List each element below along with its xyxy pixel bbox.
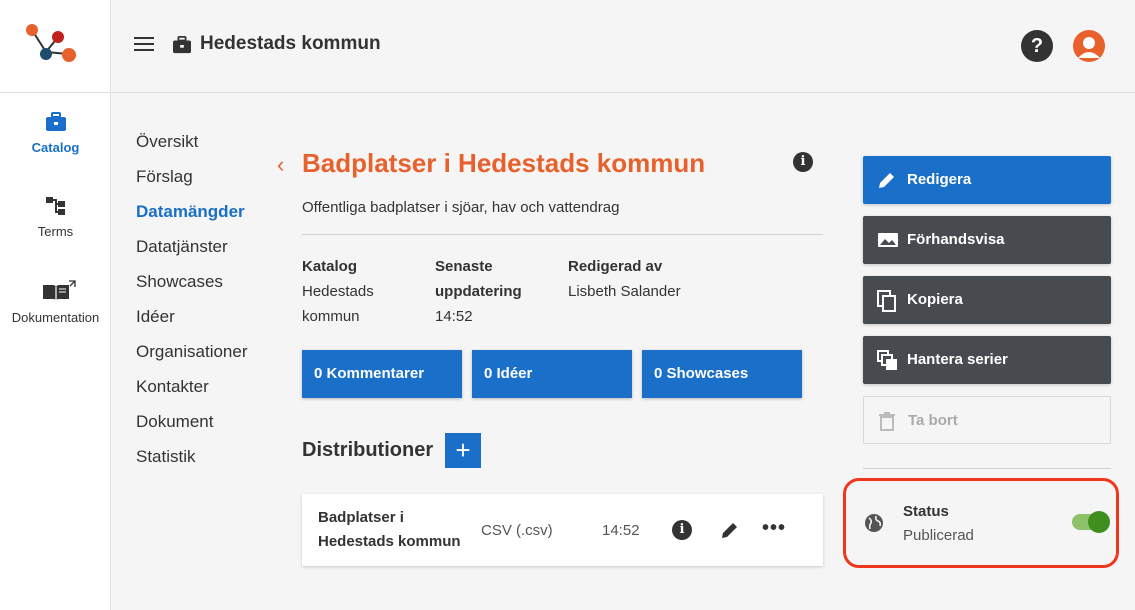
left-rail: Catalog Terms Dokumentation (0, 0, 111, 610)
publish-toggle[interactable] (1072, 511, 1110, 533)
distribution-row[interactable]: Badplatser i Hedestads kommun CSV (.csv)… (302, 494, 823, 566)
menu-icon[interactable] (134, 37, 154, 53)
toggle-knob (1088, 511, 1110, 533)
ideas-button[interactable]: 0 Idéer (472, 350, 632, 398)
meta-value: Hedestads (302, 283, 374, 300)
user-avatar[interactable] (1073, 30, 1105, 62)
help-icon[interactable]: ? (1021, 30, 1053, 62)
page-title: Badplatser i Hedestads kommun (302, 148, 706, 178)
rail-item-label: Catalog (31, 140, 80, 155)
subnav-item-ideer[interactable]: Idéer (136, 305, 248, 340)
trash-icon (879, 412, 895, 431)
edit-button[interactable]: Redigera (863, 156, 1111, 204)
preview-button[interactable]: Förhandsvisa (863, 216, 1111, 264)
more-icon[interactable]: ••• (762, 517, 786, 540)
pencil-icon (879, 173, 894, 188)
book-icon (42, 280, 76, 300)
briefcase-icon (45, 112, 66, 131)
logo-icon (26, 24, 76, 62)
meta-label: Senaste (435, 258, 493, 275)
image-icon (878, 233, 898, 247)
copy-icon (877, 290, 896, 312)
meta-label: Redigerad av (568, 258, 663, 275)
subnav-item-organisationer[interactable]: Organisationer (136, 340, 248, 375)
comments-button[interactable]: 0 Kommentarer (302, 350, 462, 398)
status-value: Publicerad (903, 527, 974, 544)
meta-label: uppdatering (435, 283, 522, 300)
distributions-heading: Distributioner (302, 439, 434, 461)
rail-item-catalog[interactable]: Catalog (0, 112, 111, 155)
manage-series-label: Hantera serier (907, 351, 1008, 368)
subnav-item-showcases[interactable]: Showcases (136, 270, 248, 305)
top-header: Hedestads kommun ? (112, 0, 1135, 93)
meta-edited-by: Redigerad av Lisbeth Salander (568, 254, 681, 304)
meta-value: Lisbeth Salander (568, 283, 681, 300)
copy-button[interactable]: Kopiera (863, 276, 1111, 324)
meta-catalog: Katalog Hedestads kommun (302, 254, 374, 329)
meta-value: 14:52 (435, 308, 473, 325)
hierarchy-icon (45, 197, 65, 215)
distribution-time: 14:52 (602, 522, 640, 539)
subnav-item-statistik[interactable]: Statistik (136, 445, 248, 480)
showcases-button[interactable]: 0 Showcases (642, 350, 802, 398)
distribution-name-line: Badplatser i (318, 509, 404, 526)
rail-item-dokumentation[interactable]: Dokumentation (0, 280, 111, 325)
series-icon (877, 350, 897, 370)
meta-label: Katalog (302, 258, 358, 275)
delete-label: Ta bort (908, 412, 958, 429)
user-icon (1078, 37, 1100, 58)
subnav-item-oversikt[interactable]: Översikt (136, 130, 248, 165)
globe-icon (865, 514, 883, 532)
dataset-description: Offentliga badplatser i sjöar, hav och v… (302, 199, 620, 216)
back-chevron-icon[interactable]: ‹ (277, 152, 284, 178)
preview-label: Förhandsvisa (907, 231, 1005, 248)
copy-label: Kopiera (907, 291, 963, 308)
rail-item-label: Terms (37, 224, 74, 239)
divider (863, 468, 1111, 469)
pencil-icon[interactable] (720, 520, 740, 540)
rail-item-terms[interactable]: Terms (0, 196, 111, 239)
subnav-item-kontakter[interactable]: Kontakter (136, 375, 248, 410)
rail-item-label: Dokumentation (11, 310, 100, 325)
distribution-format: CSV (.csv) (481, 522, 553, 539)
status-label: Status (903, 503, 949, 520)
delete-button[interactable]: Ta bort (863, 396, 1111, 444)
app-logo[interactable] (0, 0, 110, 93)
meta-value: kommun (302, 308, 360, 325)
add-distribution-button[interactable]: + (445, 433, 481, 468)
meta-updated: Senaste uppdatering 14:52 (435, 254, 522, 329)
organization-title: Hedestads kommun (200, 33, 381, 54)
subnav-item-dokument[interactable]: Dokument (136, 410, 248, 445)
info-icon[interactable]: i (672, 520, 692, 540)
subnav-item-datamangder[interactable]: Datamängder (136, 200, 248, 235)
subnav-item-datatjanster[interactable]: Datatjänster (136, 235, 248, 270)
distribution-name: Badplatser i Hedestads kommun (318, 506, 468, 554)
edit-label: Redigera (907, 171, 972, 188)
divider (302, 234, 823, 235)
distribution-name-line: Hedestads kommun (318, 533, 461, 550)
briefcase-icon (173, 36, 191, 54)
manage-series-button[interactable]: Hantera serier (863, 336, 1111, 384)
info-icon[interactable]: i (793, 152, 813, 172)
section-nav: Översikt Förslag Datamängder Datatjänste… (136, 130, 248, 480)
subnav-item-forslag[interactable]: Förslag (136, 165, 248, 200)
